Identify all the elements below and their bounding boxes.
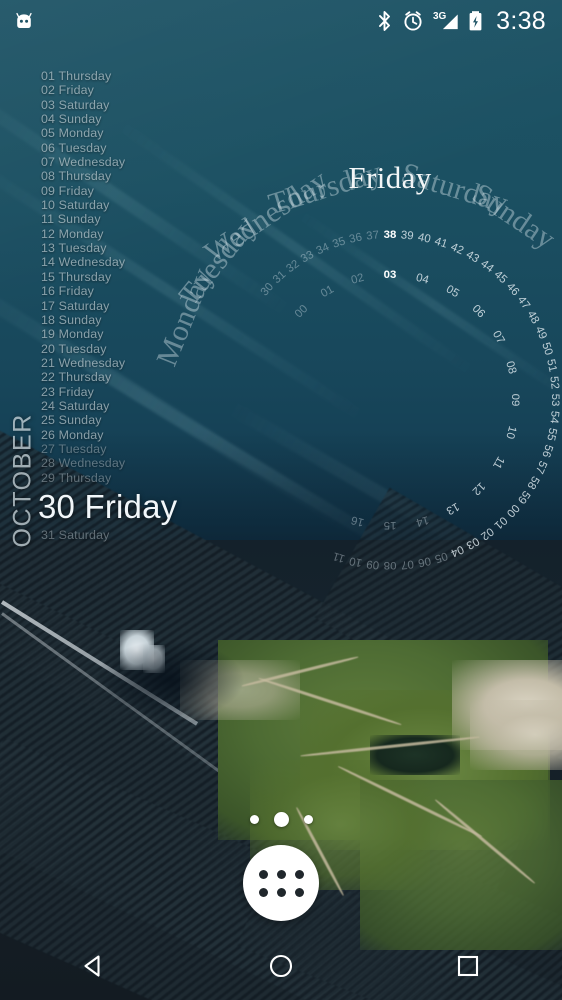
home-circle-icon: [269, 954, 293, 978]
calendar-day-row[interactable]: 15 Thursday: [41, 270, 271, 284]
calendar-month-label: OCTOBER: [8, 413, 37, 548]
calendar-day-row[interactable]: 07 Wednesday: [41, 155, 271, 169]
calendar-day-row[interactable]: 29 Thursday: [41, 471, 271, 485]
calendar-day-row[interactable]: 23 Friday: [41, 385, 271, 399]
app-drawer-grid-icon: [258, 869, 304, 897]
calendar-day-row[interactable]: 10 Saturday: [41, 198, 271, 212]
battery-charging-icon: [468, 9, 483, 33]
recents-square-icon: [458, 955, 479, 977]
calendar-day-list[interactable]: 01 Thursday 02 Friday 03 Saturday 04 Sunday…: [38, 69, 271, 542]
calendar-day-row[interactable]: 01 Thursday: [41, 69, 271, 83]
page-indicator-dots[interactable]: [0, 808, 562, 830]
calendar-day-row[interactable]: 17 Saturday: [41, 299, 271, 313]
calendar-day-row[interactable]: 22 Thursday: [41, 370, 271, 384]
calendar-day-row[interactable]: 25 Sunday: [41, 413, 271, 427]
app-drawer-button[interactable]: [243, 845, 319, 921]
calendar-day-row[interactable]: 19 Monday: [41, 327, 271, 341]
bluetooth-icon: [376, 9, 393, 33]
calendar-day-row[interactable]: 27 Tuesday: [41, 442, 271, 456]
calendar-day-row[interactable]: 20 Tuesday: [41, 342, 271, 356]
page-dot[interactable]: [249, 814, 259, 824]
calendar-day-row[interactable]: 26 Monday: [41, 428, 271, 442]
status-bar-clock: 3:38: [496, 6, 546, 35]
calendar-day-row[interactable]: 09 Friday: [41, 184, 271, 198]
calendar-day-row[interactable]: 04 Sunday: [41, 112, 271, 126]
calendar-day-row[interactable]: 06 Tuesday: [41, 141, 271, 155]
calendar-day-row[interactable]: 18 Sunday: [41, 313, 271, 327]
cyanogenmod-robot-icon: [14, 11, 34, 31]
nav-home-button[interactable]: [243, 932, 319, 1000]
calendar-day-row[interactable]: 16 Friday: [41, 284, 271, 298]
page-dot[interactable]: [303, 814, 313, 824]
status-icons: 3G 3:38: [376, 7, 546, 36]
calendar-day-row[interactable]: 28 Wednesday: [41, 456, 271, 470]
alarm-clock-icon: [402, 9, 424, 33]
calendar-day-row[interactable]: 31 Saturday: [41, 528, 271, 542]
calendar-day-row[interactable]: 08 Thursday: [41, 169, 271, 183]
calendar-day-row[interactable]: 02 Friday: [41, 83, 271, 97]
nav-back-button[interactable]: [56, 932, 132, 1000]
calendar-day-row[interactable]: 11 Sunday: [41, 212, 271, 226]
status-bar[interactable]: 3G 3:38: [0, 0, 562, 42]
calendar-day-row[interactable]: 14 Wednesday: [41, 255, 271, 269]
signal-3g-label: 3G: [433, 11, 447, 22]
nav-recents-button[interactable]: [430, 932, 506, 1000]
calendar-day-row[interactable]: 13 Tuesday: [41, 241, 271, 255]
calendar-day-row[interactable]: 03 Saturday: [41, 98, 271, 112]
calendar-day-row[interactable]: 24 Saturday: [41, 399, 271, 413]
navigation-bar[interactable]: [0, 932, 562, 1000]
calendar-day-row[interactable]: 12 Monday: [41, 227, 271, 241]
back-triangle-icon: [84, 955, 100, 977]
signal-3g-icon: 3G: [433, 9, 459, 33]
calendar-day-row[interactable]: 21 Wednesday: [41, 356, 271, 370]
calendar-day-row[interactable]: 05 Monday: [41, 126, 271, 140]
calendar-day-current[interactable]: 30 Friday: [38, 487, 271, 527]
page-dot-active[interactable]: [273, 811, 289, 827]
